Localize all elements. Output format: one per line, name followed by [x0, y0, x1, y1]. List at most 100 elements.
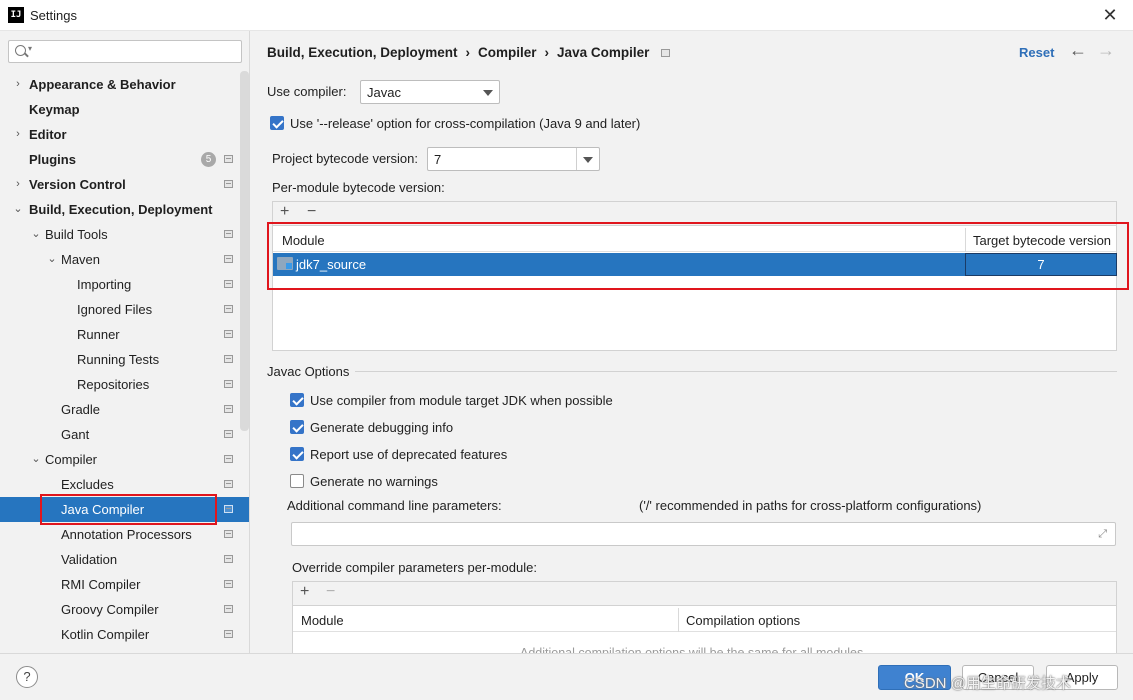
javac-option-label: Use compiler from module target JDK when…: [310, 393, 613, 408]
sidebar-item-kotlin-compiler[interactable]: Kotlin Compiler: [0, 622, 249, 647]
expand-icon[interactable]: ⤢: [1098, 528, 1107, 541]
target-version-cell[interactable]: 7: [965, 253, 1117, 276]
project-settings-icon: [224, 230, 233, 238]
sidebar-item-label: Excludes: [61, 477, 114, 492]
project-settings-icon: [224, 455, 233, 463]
column-header-options[interactable]: Compilation options: [686, 613, 800, 628]
main-panel: Build, Execution, Deployment › Compiler › Ja…: [251, 31, 1133, 660]
project-settings-icon: [224, 405, 233, 413]
javac-option-checkbox-0[interactable]: [290, 393, 304, 407]
chevron-right-icon[interactable]: ›: [12, 72, 24, 97]
release-option-label: Use '--release' option for cross-compila…: [290, 116, 641, 131]
use-compiler-label: Use compiler:: [267, 84, 347, 99]
module-name-cell: jdk7_source: [296, 257, 367, 272]
sidebar-item-validation[interactable]: Validation: [0, 547, 249, 572]
column-header-module[interactable]: Module: [301, 613, 344, 628]
chevron-down-icon[interactable]: ⌄: [30, 222, 42, 247]
help-icon[interactable]: ?: [16, 666, 38, 688]
javac-option-checkbox-2[interactable]: [290, 447, 304, 461]
chevron-down-icon[interactable]: ⌄: [46, 247, 58, 272]
sidebar-item-label: Maven: [61, 252, 101, 267]
sidebar-item-label: Keymap: [29, 102, 80, 117]
sidebar-item-label: Gradle: [61, 402, 101, 417]
sidebar-item-editor[interactable]: › Editor: [0, 122, 249, 147]
column-header-module[interactable]: Module: [282, 233, 325, 248]
sidebar-item-runner[interactable]: Runner: [0, 322, 249, 347]
sidebar-item-running-tests[interactable]: Running Tests: [0, 347, 249, 372]
table-header: Module Target bytecode version: [273, 228, 1116, 252]
sidebar-item-gradle[interactable]: Gradle: [0, 397, 249, 422]
sidebar-item-annotation-processors[interactable]: Annotation Processors: [0, 522, 249, 547]
sidebar-item-excludes[interactable]: Excludes: [0, 472, 249, 497]
additional-params-label: Additional command line parameters:: [287, 498, 502, 513]
back-arrow-icon[interactable]: ←: [1069, 40, 1087, 61]
project-settings-icon: [224, 255, 233, 263]
sidebar-item-label: Gant: [61, 427, 90, 442]
sidebar-item-label: Compiler: [45, 452, 98, 467]
sidebar-item-appearance-behavior[interactable]: › Appearance & Behavior: [0, 72, 249, 97]
sidebar-item-label: Validation: [61, 552, 118, 567]
per-module-table: + − Module Target bytecode version jdk7_…: [272, 201, 1117, 351]
sidebar-item-ignored-files[interactable]: Ignored Files: [0, 297, 249, 322]
chevron-down-icon: [483, 90, 493, 96]
sidebar-item-compiler[interactable]: ⌄ Compiler: [0, 447, 249, 472]
add-icon[interactable]: +: [300, 583, 309, 601]
chevron-down-icon[interactable]: ⌄: [12, 197, 24, 222]
sidebar-item-groovy-compiler[interactable]: Groovy Compiler: [0, 597, 249, 622]
breadcrumb-item[interactable]: Build, Execution, Deployment: [267, 45, 458, 60]
search-input[interactable]: ▾: [8, 40, 242, 63]
sidebar-item-label: Runner: [77, 327, 120, 342]
reset-link[interactable]: Reset: [1019, 45, 1054, 60]
sidebar-item-label: Appearance & Behavior: [29, 77, 176, 92]
sidebar-item-java-compiler[interactable]: Java Compiler: [0, 497, 249, 522]
close-icon[interactable]: ✕: [1100, 4, 1120, 26]
breadcrumb-separator: ›: [544, 45, 550, 60]
sidebar-item-repositories[interactable]: Repositories: [0, 372, 249, 397]
project-bytecode-select[interactable]: 7: [427, 147, 600, 171]
chevron-down-icon[interactable]: ⌄: [30, 447, 42, 472]
remove-icon[interactable]: −: [307, 203, 316, 221]
forward-arrow-icon[interactable]: →: [1097, 40, 1115, 61]
chevron-right-icon[interactable]: ›: [12, 122, 24, 147]
javac-option-checkbox-3[interactable]: [290, 474, 304, 488]
sidebar-item-label: Plugins: [29, 152, 76, 167]
cancel-button[interactable]: Cancel: [962, 665, 1034, 690]
breadcrumb-item[interactable]: Compiler: [478, 45, 537, 60]
project-settings-icon: [224, 480, 233, 488]
javac-option-label: Report use of deprecated features: [310, 447, 508, 462]
additional-params-input[interactable]: ⤢: [291, 522, 1116, 546]
sidebar-item-gant[interactable]: Gant: [0, 422, 249, 447]
javac-option-checkbox-1[interactable]: [290, 420, 304, 434]
use-compiler-select[interactable]: Javac: [360, 80, 500, 104]
add-icon[interactable]: +: [280, 203, 289, 221]
release-option-checkbox[interactable]: [270, 116, 284, 130]
sidebar-item-maven[interactable]: ⌄ Maven: [0, 247, 249, 272]
sidebar-item-version-control[interactable]: › Version Control: [0, 172, 249, 197]
override-params-label: Override compiler parameters per-module:: [292, 560, 537, 575]
project-settings-icon: [224, 630, 233, 638]
window-title: Settings: [30, 8, 77, 23]
sidebar-item-label: Build, Execution, Deployment: [29, 202, 213, 217]
section-divider: [355, 371, 1117, 372]
apply-button[interactable]: Apply: [1046, 665, 1118, 690]
project-bytecode-value: 7: [434, 152, 442, 167]
sidebar-item-label: Java Compiler: [61, 502, 145, 517]
sidebar-item-importing[interactable]: Importing: [0, 272, 249, 297]
table-row[interactable]: jdk7_source 7: [273, 253, 1117, 276]
table-toolbar: + −: [293, 582, 1116, 606]
project-settings-icon: [224, 430, 233, 438]
javac-option-label: Generate debugging info: [310, 420, 454, 435]
column-header-target[interactable]: Target bytecode version: [973, 233, 1111, 248]
chevron-right-icon[interactable]: ›: [12, 172, 24, 197]
sidebar-item-label: Kotlin Compiler: [61, 627, 150, 642]
ok-button[interactable]: OK: [878, 665, 951, 690]
sidebar-item-plugins[interactable]: Plugins 5: [0, 147, 249, 172]
sidebar-item-keymap[interactable]: Keymap: [0, 97, 249, 122]
column-divider: [678, 608, 679, 632]
project-settings-icon: [224, 555, 233, 563]
javac-options-title: Javac Options: [267, 364, 350, 379]
sidebar-item-rmi-compiler[interactable]: RMI Compiler: [0, 572, 249, 597]
sidebar-item-build-execution-deployment[interactable]: ⌄ Build, Execution, Deployment: [0, 197, 249, 222]
breadcrumb: Build, Execution, Deployment › Compiler › Ja…: [267, 45, 671, 60]
sidebar-item-build-tools[interactable]: ⌄ Build Tools: [0, 222, 249, 247]
